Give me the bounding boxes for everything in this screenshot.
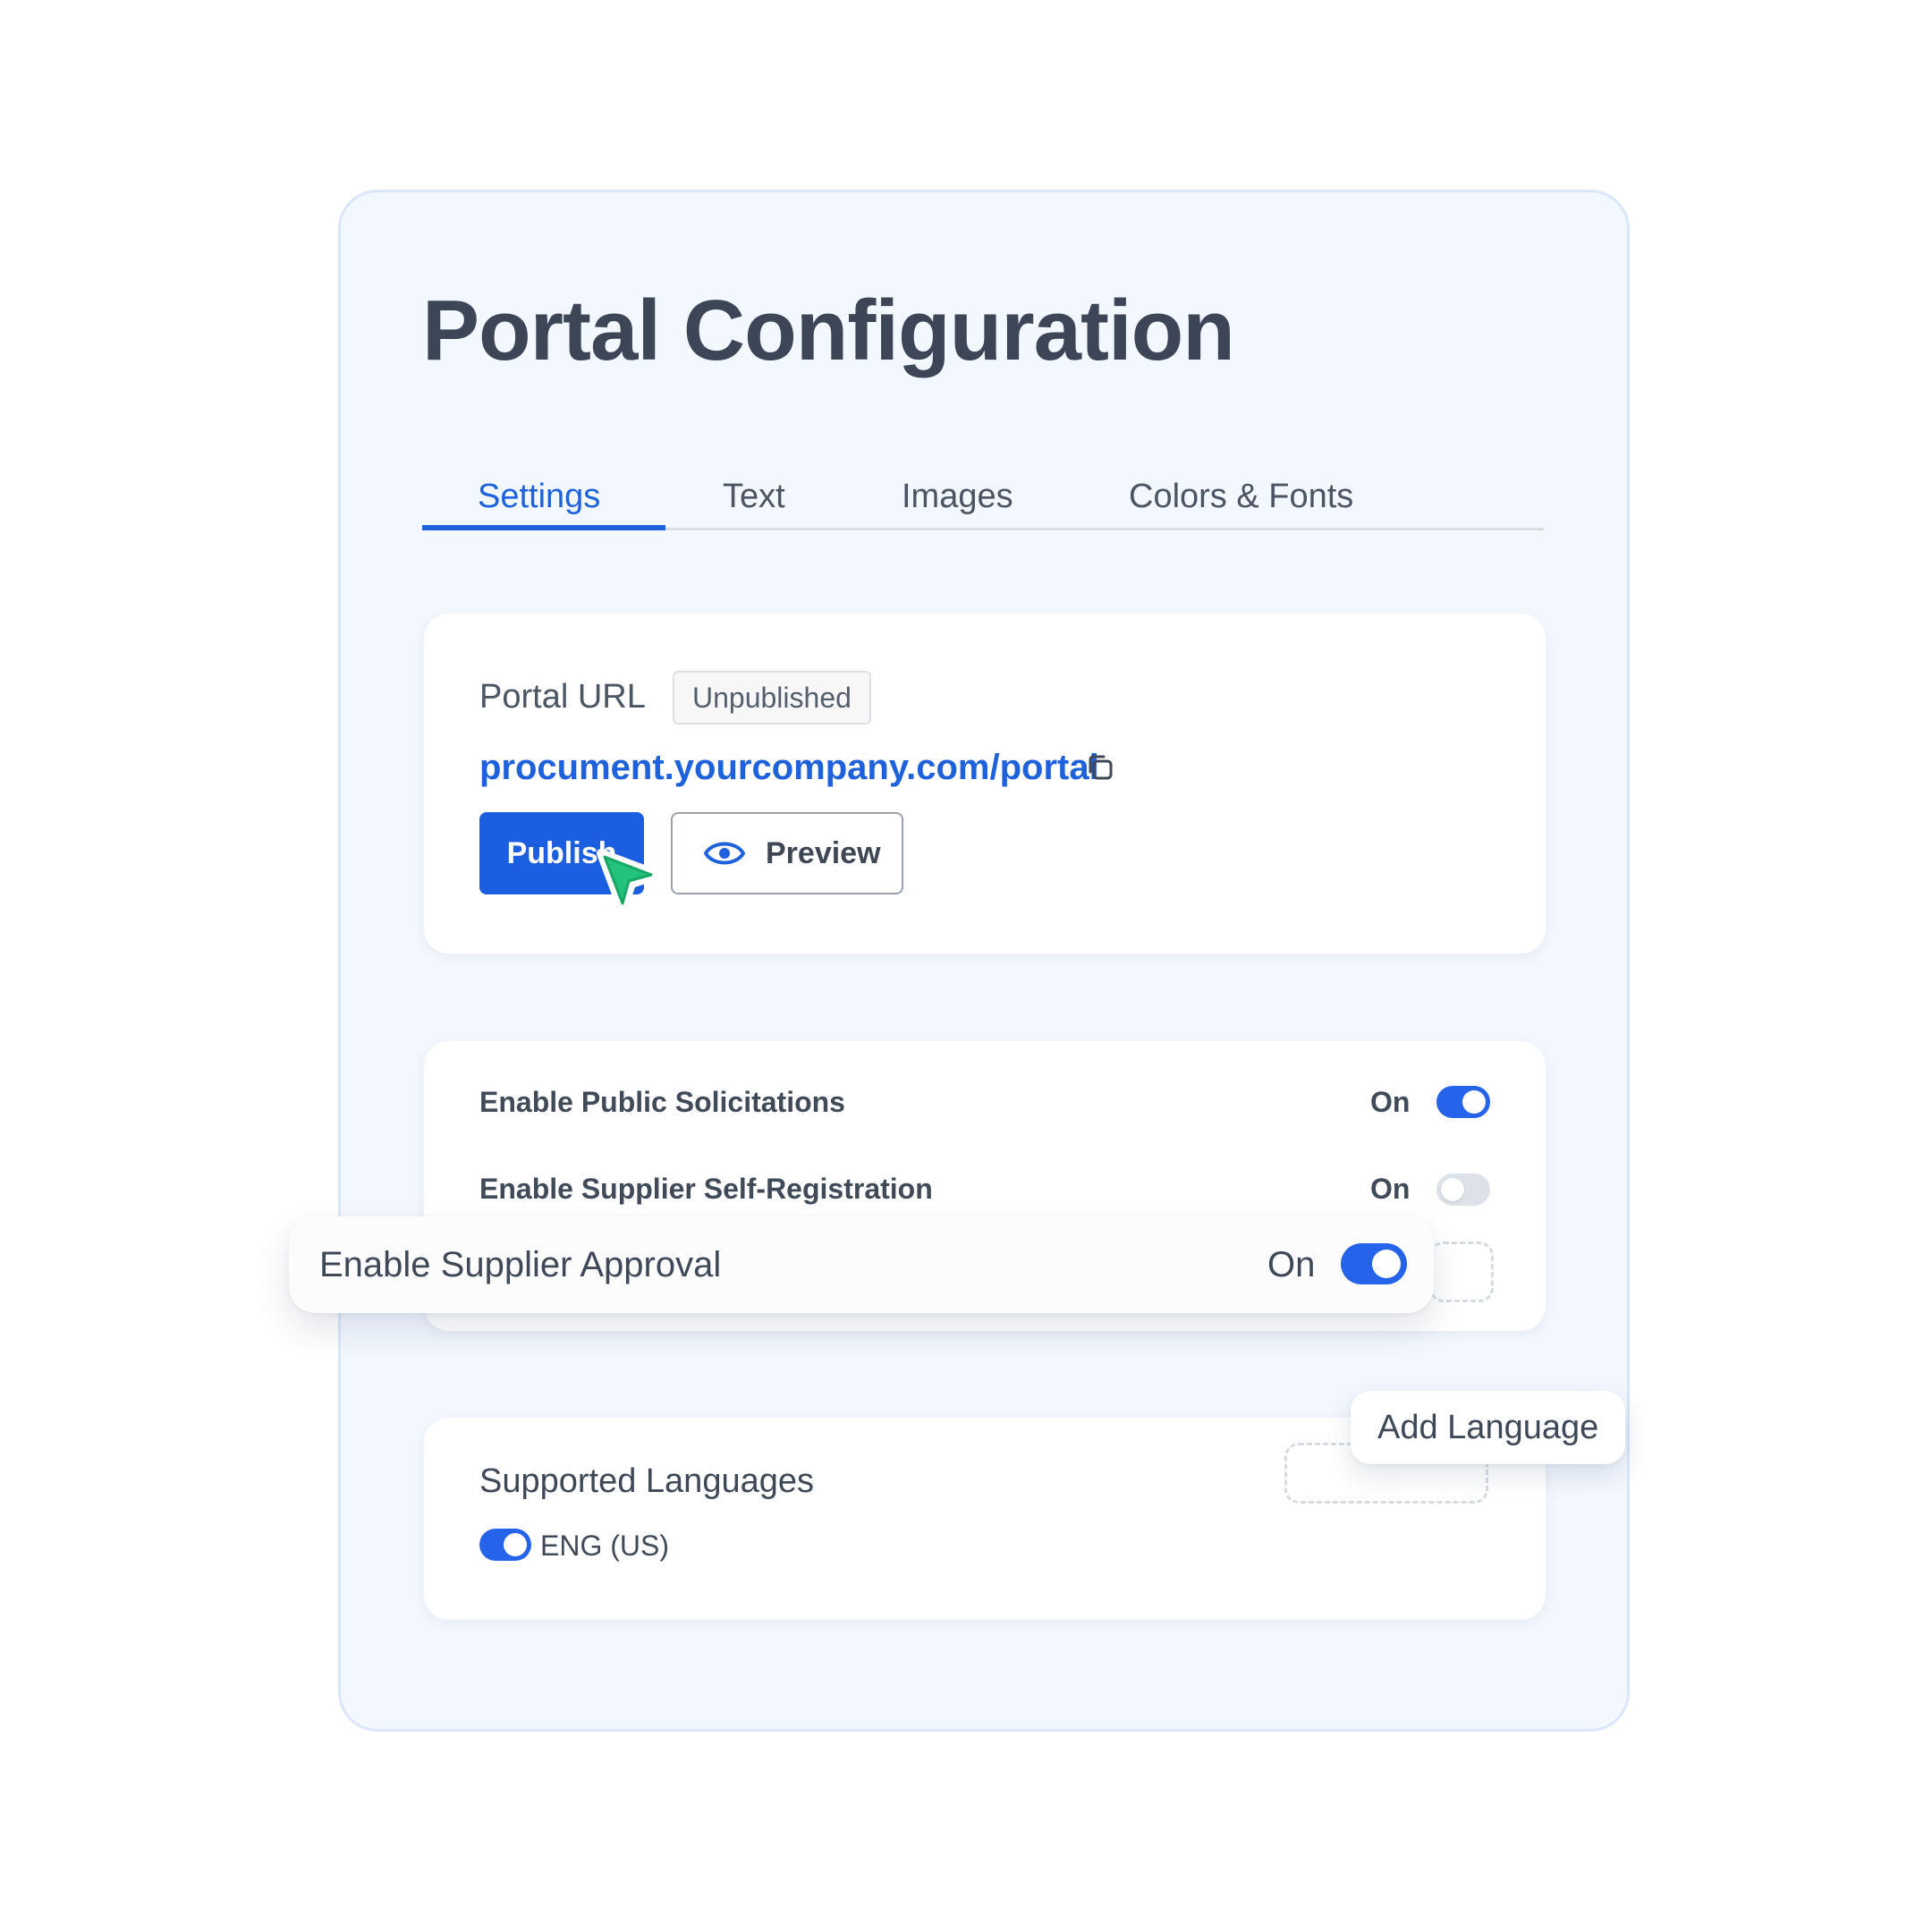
stage: Portal Configuration Settings Text Image… — [0, 0, 1932, 1932]
toggle-label-supplier-self-registration: Enable Supplier Self-Registration — [479, 1173, 933, 1205]
portal-url-card: Portal URL Unpublished procument.yourcom… — [424, 614, 1546, 953]
toggle-label-public-solicitations: Enable Public Solicitations — [479, 1086, 845, 1118]
tab-images[interactable]: Images — [902, 465, 1013, 528]
portal-url-link[interactable]: procument.yourcompany.com/portal — [479, 744, 1099, 791]
preview-label: Preview — [766, 836, 881, 870]
tab-text[interactable]: Text — [723, 465, 785, 528]
tab-settings[interactable]: Settings — [478, 465, 600, 528]
supplier-approval-row: Enable Supplier Approval On — [289, 1216, 1434, 1313]
eye-icon — [704, 842, 745, 865]
toggle-state-public-solicitations: On — [1370, 1086, 1411, 1118]
toggle-placeholder-slot — [1429, 1241, 1494, 1302]
toggle-knob — [1372, 1250, 1401, 1278]
language-item — [479, 1529, 531, 1561]
language-toggle-eng-us[interactable] — [479, 1529, 531, 1561]
supplier-approval-toggle[interactable] — [1341, 1243, 1407, 1284]
toggle-knob — [1441, 1178, 1464, 1201]
add-language-button[interactable]: Add Language — [1351, 1391, 1626, 1464]
cursor-pointer-icon — [597, 849, 663, 915]
preview-button[interactable]: Preview — [671, 812, 903, 894]
toggle-knob — [504, 1533, 527, 1556]
languages-title: Supported Languages — [479, 1462, 814, 1500]
portal-url-label: Portal URL — [479, 678, 646, 716]
supplier-approval-label: Enable Supplier Approval — [319, 1245, 722, 1284]
supplier-self-registration-toggle[interactable] — [1436, 1174, 1490, 1206]
tab-colors-fonts[interactable]: Colors & Fonts — [1129, 465, 1353, 528]
public-solicitations-toggle[interactable] — [1436, 1086, 1490, 1118]
supplier-approval-state: On — [1267, 1245, 1316, 1284]
tab-bar: Settings Text Images Colors & Fonts — [422, 465, 1544, 530]
active-tab-indicator — [422, 525, 665, 530]
page-title: Portal Configuration — [422, 283, 1235, 378]
language-label: ENG (US) — [540, 1530, 669, 1562]
status-badge: Unpublished — [673, 671, 871, 724]
copy-icon[interactable] — [1082, 750, 1118, 785]
toggle-state-supplier-self-registration: On — [1370, 1173, 1411, 1205]
toggle-knob — [1462, 1090, 1486, 1114]
